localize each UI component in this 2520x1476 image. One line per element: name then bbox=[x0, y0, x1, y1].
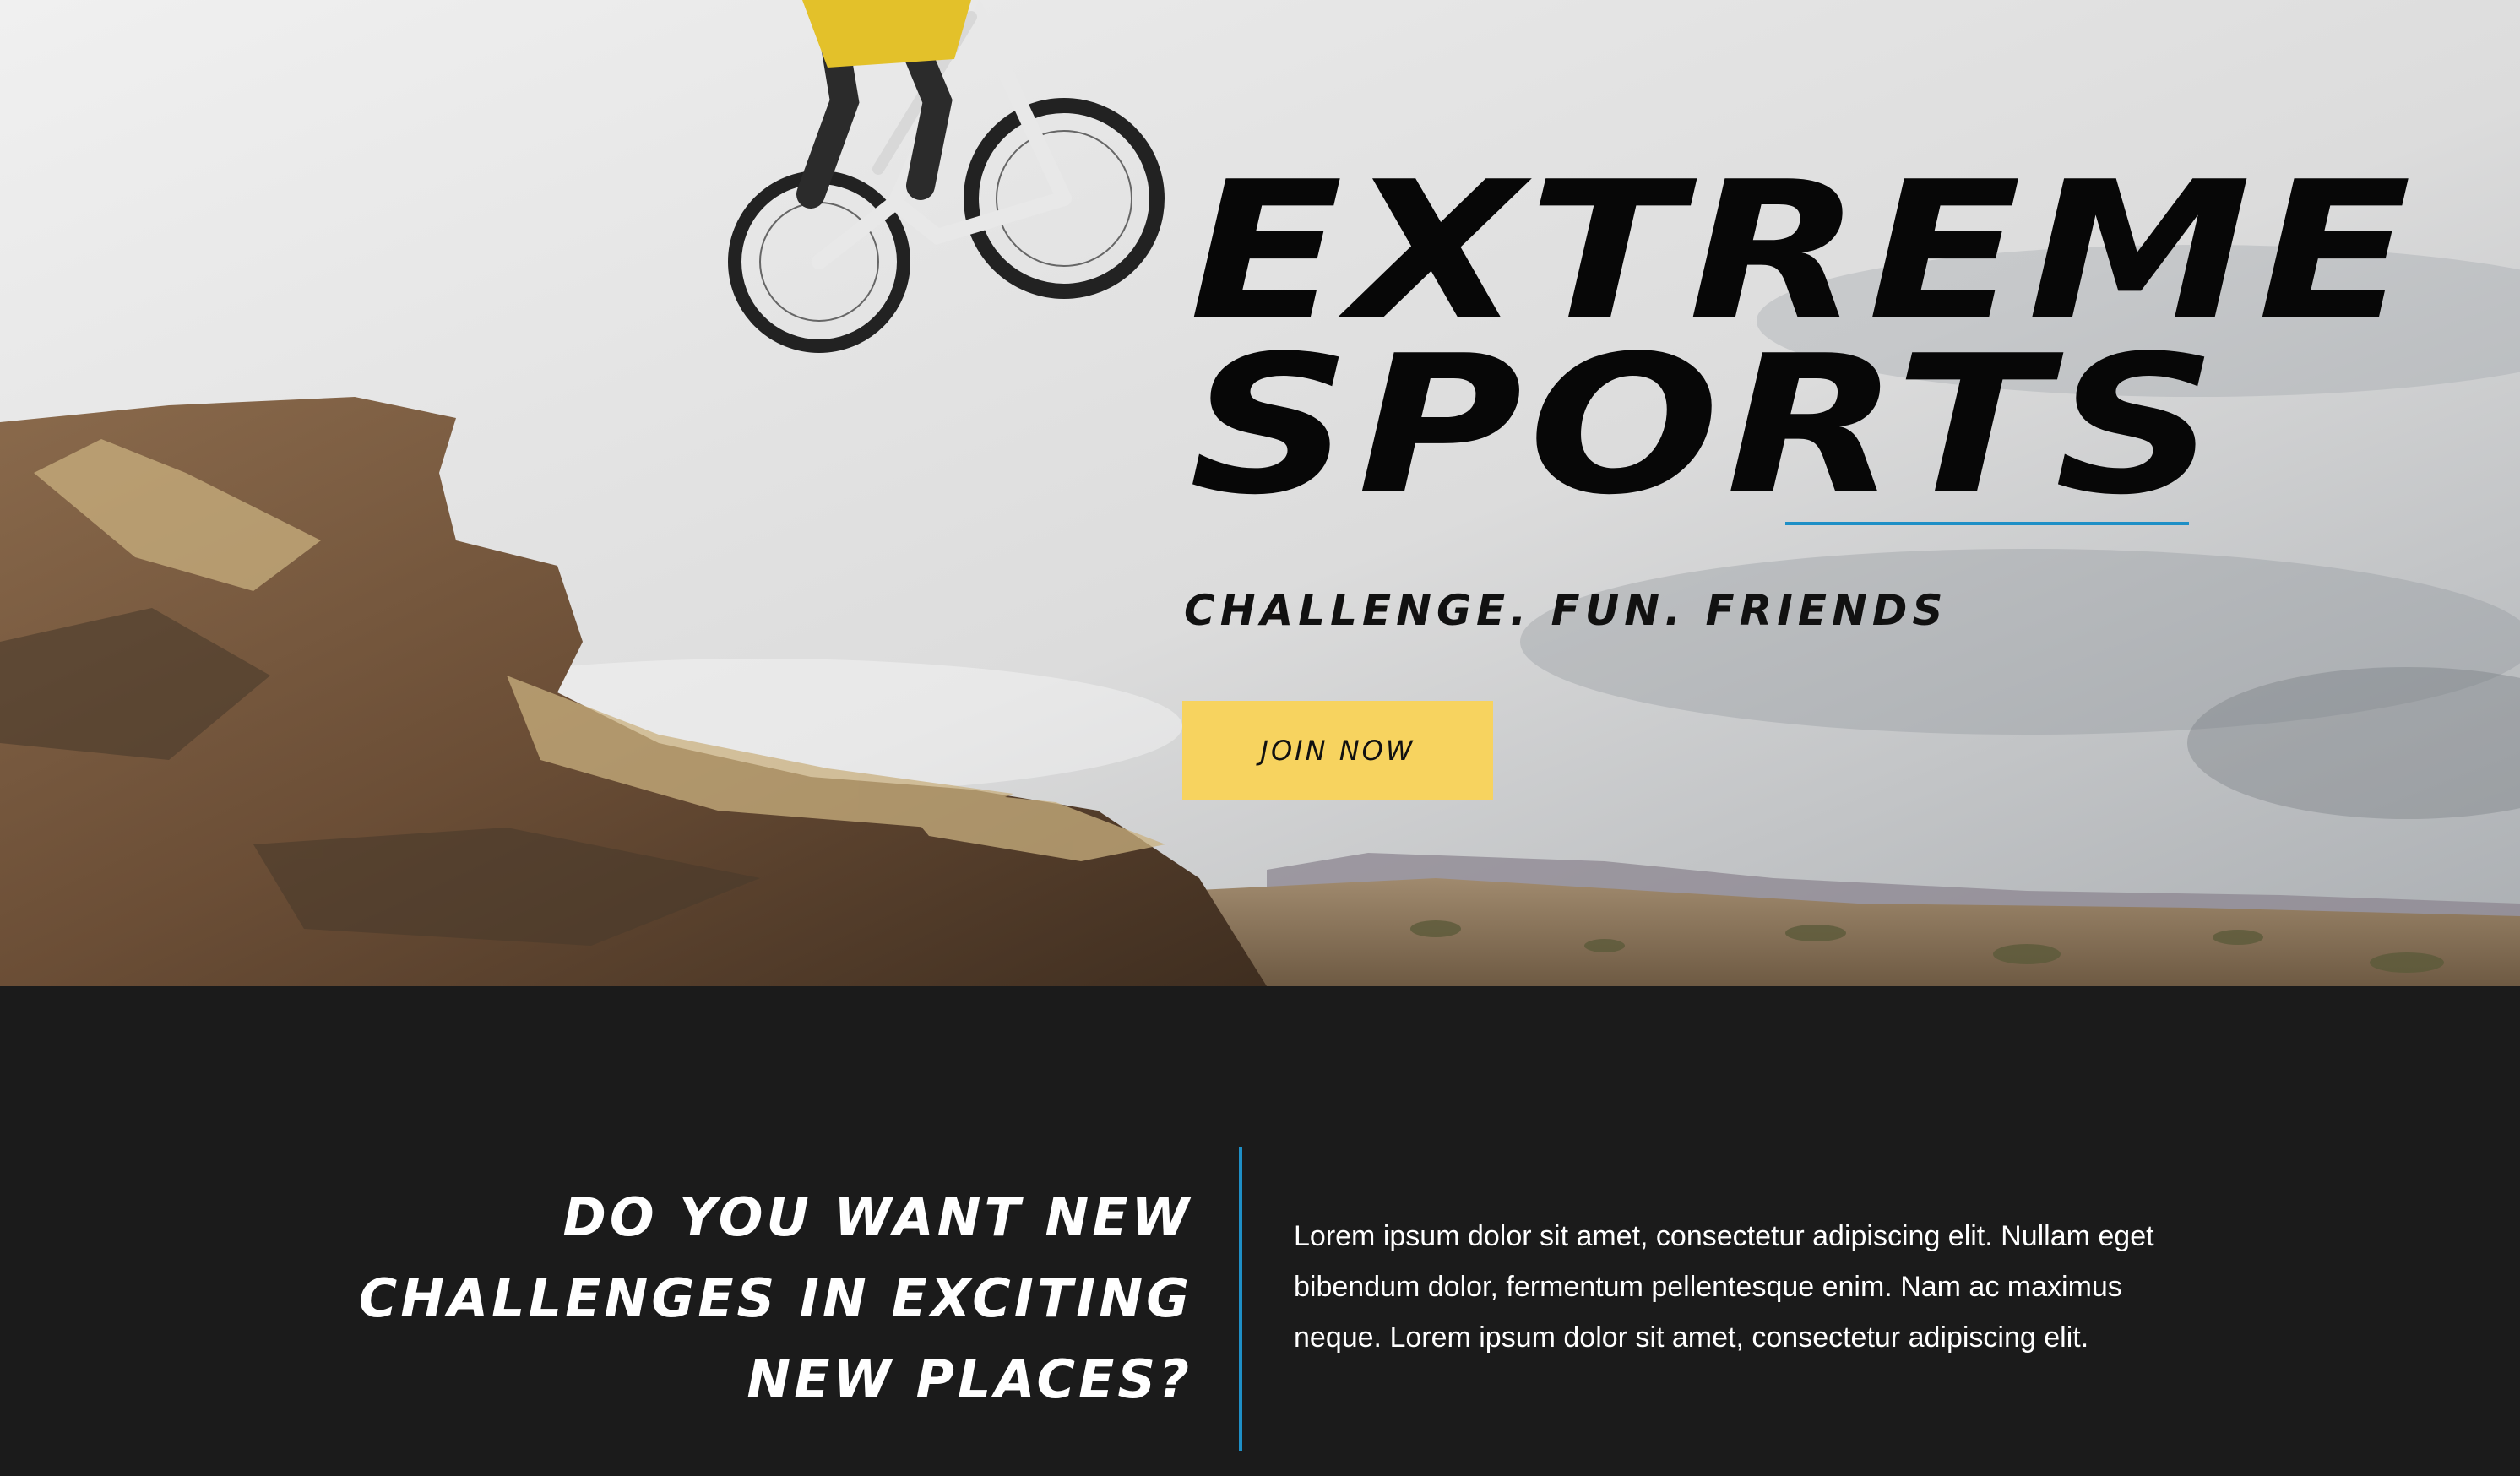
intro-divider bbox=[1239, 1147, 1242, 1451]
hero-title: EXTREME SPORTS bbox=[1189, 141, 2418, 537]
title-accent-underline bbox=[1785, 522, 2189, 525]
hero-tagline: CHALLENGE. FUN. FRIENDS bbox=[1184, 586, 1948, 635]
intro-section: DO YOU WANT NEW CHALLENGES IN EXCITING N… bbox=[0, 986, 2520, 1476]
intro-heading: DO YOU WANT NEW CHALLENGES IN EXCITING N… bbox=[358, 1186, 1192, 1410]
join-now-button[interactable]: JOIN NOW bbox=[1182, 701, 1493, 800]
hero-section: EXTREME SPORTS CHALLENGE. FUN. FRIENDS J… bbox=[0, 0, 2520, 986]
hero-title-line-1: EXTREME bbox=[1189, 141, 2418, 363]
hero-title-line-2: SPORTS bbox=[1189, 315, 2224, 537]
intro-body-text: Lorem ipsum dolor sit amet, consectetur … bbox=[1294, 1220, 2154, 1354]
